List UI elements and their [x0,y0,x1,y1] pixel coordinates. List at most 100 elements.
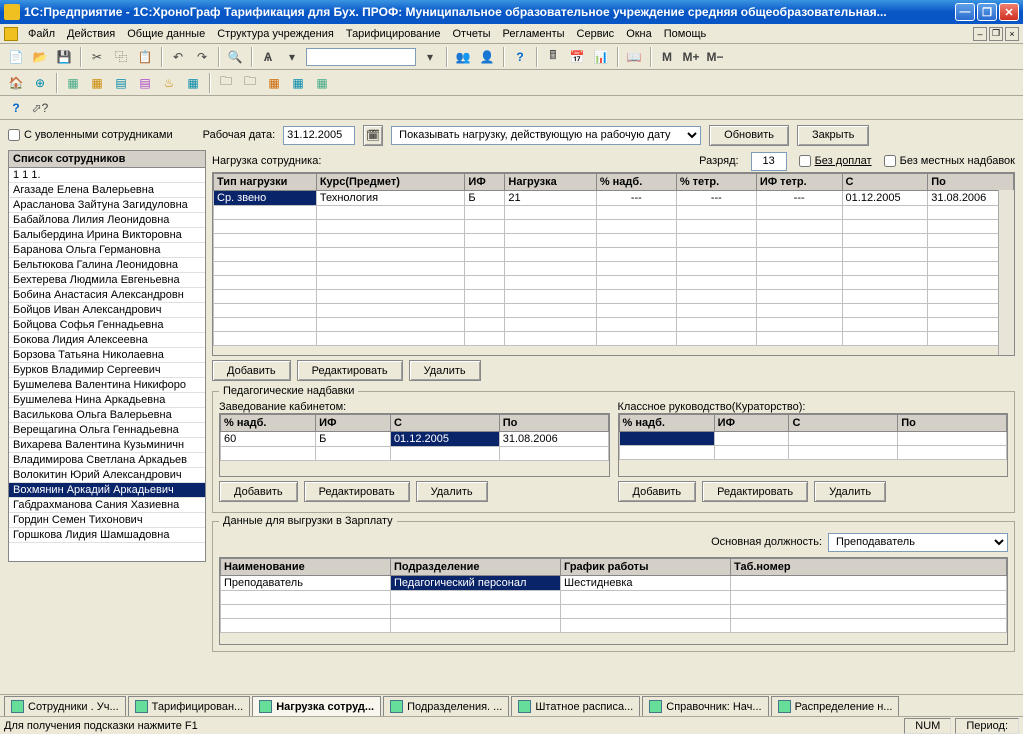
col-type[interactable]: Тип нагрузки [214,174,317,191]
grid2-icon[interactable]: ▦ [311,72,333,94]
menu-help[interactable]: Помощь [658,26,713,42]
list-item[interactable]: Гордин Семен Тихонович [9,513,205,528]
list-item[interactable]: Баранова Ольга Германовна [9,243,205,258]
dropdown-icon[interactable]: ▾ [281,46,303,68]
list-item[interactable]: Бойцова Софья Геннадьевна [9,318,205,333]
list-item[interactable]: Бушмелева Нина Аркадьевна [9,393,205,408]
edit-class-button[interactable]: Редактировать [702,481,808,502]
workdate-picker-button[interactable]: 🗓 [363,125,383,146]
col-if[interactable]: ИФ [465,174,505,191]
search-field[interactable] [306,48,416,66]
cabinet-grid[interactable]: % надб. ИФ С По 60 Б 01.12.2005 31.08.20 [219,413,610,477]
col-to[interactable]: По [928,174,1014,191]
dismissed-check-input[interactable] [8,129,20,141]
calendar-icon[interactable]: 📅 [566,46,588,68]
maximize-button[interactable]: ❐ [977,3,997,21]
rank-input[interactable] [751,152,787,171]
list-item[interactable]: Бушмелева Валентина Никифоро [9,378,205,393]
dismissed-checkbox[interactable]: С уволенными сотрудниками [8,129,173,141]
list-item[interactable]: Бокова Лидия Алексеевна [9,333,205,348]
list-item[interactable]: Арасланова Зайтуна Загидуловна [9,198,205,213]
menu-common[interactable]: Общие данные [121,26,211,42]
users-icon[interactable]: 👥 [452,46,474,68]
list-item[interactable]: Бойцов Иван Александрович [9,303,205,318]
col-iftetr[interactable]: ИФ тетр. [756,174,842,191]
mdi-tab[interactable]: Сотрудники . Уч... [4,696,126,716]
filter-select[interactable]: Показывать нагрузку, действующую на рабо… [391,126,701,145]
globe-icon[interactable]: ⊕ [29,72,51,94]
cut-icon[interactable]: ✂ [86,46,108,68]
paste-icon[interactable]: 📋 [134,46,156,68]
mdi-tab[interactable]: Нагрузка сотруд... [252,696,381,716]
refresh-button[interactable]: Обновить [709,125,789,146]
folder1-icon[interactable]: 🗀 [215,72,237,94]
list-item[interactable]: Габдрахманова Сания Хазиевна [9,498,205,513]
del-cab-button[interactable]: Удалить [416,481,488,502]
delete-button[interactable]: Удалить [409,360,481,381]
redo-icon[interactable]: ↷ [191,46,213,68]
employee-list[interactable]: 1 1 1.Агазаде Елена ВалерьевнаАрасланова… [8,167,206,562]
menu-tariff[interactable]: Тарифицирование [340,26,447,42]
book-icon[interactable]: 📖 [623,46,645,68]
menu-reports[interactable]: Отчеты [447,26,497,42]
doc3-icon[interactable]: ▤ [110,72,132,94]
grid-icon[interactable]: ▦ [287,72,309,94]
plan-icon[interactable]: 📊 [590,46,612,68]
position-select[interactable]: Преподаватель [828,533,1008,552]
col-load[interactable]: Нагрузка [505,174,596,191]
mdi-tab[interactable]: Тарифицирован... [128,696,251,716]
table-row[interactable]: 60 Б 01.12.2005 31.08.2006 [221,432,609,447]
minimize-button[interactable]: — [955,3,975,21]
calc-icon[interactable]: 🖩 [542,46,564,68]
mdi-restore[interactable]: ❐ [989,27,1003,41]
scrollbar[interactable] [998,190,1014,355]
add-cab-button[interactable]: Добавить [219,481,298,502]
pointer-help-icon[interactable]: ⬀? [29,97,51,119]
close-form-button[interactable]: Закрыть [797,125,869,146]
mdi-tab[interactable]: Подразделения. ... [383,696,509,716]
list-item[interactable]: Волокитин Юрий Александрович [9,468,205,483]
m-button[interactable]: M [656,46,678,68]
list-item[interactable]: Верещагина Ольга Геннадьевна [9,423,205,438]
doc5-icon[interactable]: ♨ [158,72,180,94]
list-item[interactable]: Борзова Татьяна Николаевна [9,348,205,363]
doc2-icon[interactable]: ▦ [86,72,108,94]
edit-button[interactable]: Редактировать [297,360,403,381]
mdi-tab[interactable]: Штатное расписа... [511,696,640,716]
list-item[interactable]: Бехтерева Людмила Евгеньевна [9,273,205,288]
menu-windows[interactable]: Окна [620,26,658,42]
list-item[interactable]: Бабайлова Лилия Леонидовна [9,213,205,228]
workdate-input[interactable] [283,126,355,145]
arrow-icon[interactable]: ▾ [419,46,441,68]
doc4-icon[interactable]: ▤ [134,72,156,94]
export-grid[interactable]: Наименование Подразделение График работы… [219,557,1008,645]
help-icon[interactable]: ? [509,46,531,68]
no-addon-check[interactable]: Без доплат [799,155,872,167]
table-icon[interactable]: ▦ [263,72,285,94]
doc6-icon[interactable]: ▦ [182,72,204,94]
menu-structure[interactable]: Структура учреждения [211,26,340,42]
m-plus-button[interactable]: M+ [680,46,702,68]
add-class-button[interactable]: Добавить [618,481,697,502]
col-tetr[interactable]: % тетр. [676,174,756,191]
col-course[interactable]: Курс(Предмет) [316,174,465,191]
main-grid[interactable]: Тип нагрузки Курс(Предмет) ИФ Нагрузка %… [212,172,1015,356]
whatsthis-icon[interactable]: ? [5,97,27,119]
list-item[interactable]: Вихарева Валентина Кузьминичн [9,438,205,453]
mdi-tab[interactable]: Справочник: Нач... [642,696,768,716]
save-icon[interactable]: 💾 [53,46,75,68]
open-icon[interactable]: 📂 [29,46,51,68]
menu-file[interactable]: Файл [22,26,61,42]
undo-icon[interactable]: ↶ [167,46,189,68]
m-minus-button[interactable]: M− [704,46,726,68]
search-icon[interactable]: Ѧ [257,46,279,68]
list-item[interactable]: Владимирова Светлана Аркадьев [9,453,205,468]
mdi-minimize[interactable]: – [973,27,987,41]
no-local-check[interactable]: Без местных надбавок [884,155,1015,167]
table-row[interactable]: Преподаватель Педагогический персонал Ше… [221,576,1007,591]
find-icon[interactable]: 🔍 [224,46,246,68]
list-item[interactable]: Бельтюкова Галина Леонидовна [9,258,205,273]
col-from[interactable]: С [842,174,928,191]
user-icon[interactable]: 👤 [476,46,498,68]
list-item[interactable]: Василькова Ольга Валерьевна [9,408,205,423]
